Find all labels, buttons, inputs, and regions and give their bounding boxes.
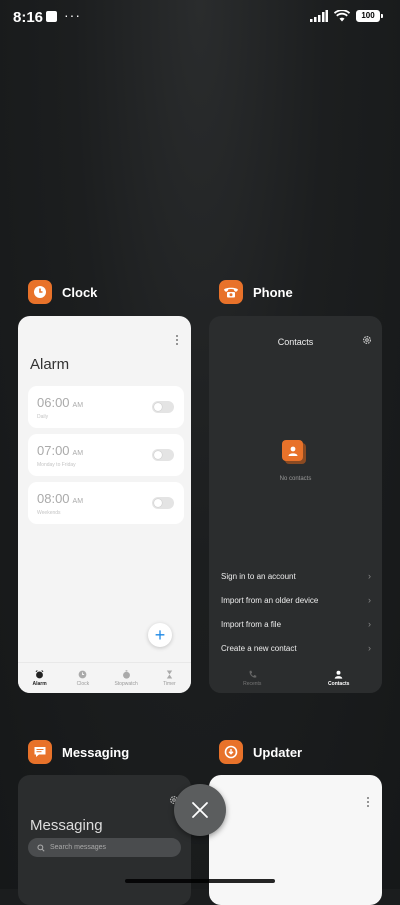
option-label: Import from an older device bbox=[221, 596, 319, 605]
tab-recents: Recents bbox=[209, 663, 296, 693]
wifi-icon bbox=[334, 10, 350, 22]
person-icon bbox=[334, 670, 343, 679]
messaging-app-icon bbox=[28, 740, 52, 764]
alarm-ampm: AM bbox=[72, 402, 84, 409]
contacts-title: Contacts bbox=[277, 337, 314, 347]
close-icon bbox=[192, 802, 208, 818]
alarm-icon bbox=[35, 669, 44, 678]
app-header-clock[interactable]: Clock bbox=[28, 280, 97, 304]
import-device-option: Import from an older device › bbox=[221, 595, 371, 605]
alarm-ampm: AM bbox=[72, 498, 84, 505]
tab-clock: Clock bbox=[61, 663, 104, 693]
signal-icon bbox=[310, 10, 328, 22]
stopwatch-icon bbox=[122, 669, 130, 679]
clock-app-card[interactable]: Alarm 06:00 AM Daily 07:00 AM Monday to Fr… bbox=[18, 316, 191, 693]
app-name-updater: Updater bbox=[253, 744, 303, 760]
more-notifications-icon: ··· bbox=[64, 7, 81, 23]
alarm-item: 07:00 AM Monday to Friday bbox=[28, 434, 184, 476]
search-messages-field: Search messages bbox=[28, 838, 181, 857]
sign-in-option: Sign in to an account › bbox=[221, 571, 371, 581]
add-alarm-button: + bbox=[148, 623, 172, 647]
battery-icon: 100 bbox=[356, 10, 383, 22]
alarm-repeat-label: Monday to Friday bbox=[37, 462, 76, 468]
updater-app-card[interactable] bbox=[209, 775, 382, 905]
option-label: Create a new contact bbox=[221, 644, 297, 653]
phone-app-card[interactable]: Contacts No contacts Sign in to an accou… bbox=[209, 316, 382, 693]
phone-icon bbox=[249, 670, 257, 678]
app-header-phone[interactable]: Phone bbox=[219, 280, 293, 304]
alarm-time: 07:00 bbox=[37, 443, 70, 458]
tab-label: Stopwatch bbox=[114, 680, 138, 687]
phone-app-icon bbox=[219, 280, 243, 304]
clear-all-button[interactable] bbox=[174, 784, 226, 836]
contact-placeholder-icon bbox=[282, 440, 303, 461]
alarm-item: 06:00 AM Daily bbox=[28, 386, 184, 428]
app-name-clock: Clock bbox=[62, 284, 98, 300]
tab-stopwatch: Stopwatch bbox=[105, 663, 148, 693]
clock-icon bbox=[79, 670, 87, 678]
tab-label: Alarm bbox=[32, 680, 47, 687]
settings-icon bbox=[362, 335, 372, 345]
status-time: 8:16 bbox=[13, 9, 44, 26]
updater-app-icon bbox=[219, 740, 243, 764]
clock-tab-bar: Alarm Clock Stopwatch Timer bbox=[18, 662, 191, 693]
alarm-toggle bbox=[152, 401, 174, 413]
empty-state-text: No contacts bbox=[279, 476, 312, 482]
alarm-toggle bbox=[152, 449, 174, 461]
app-name-phone: Phone bbox=[253, 284, 293, 300]
app-header-messaging[interactable]: Messaging bbox=[28, 740, 129, 764]
hourglass-icon bbox=[166, 669, 173, 679]
alarm-title: Alarm bbox=[30, 356, 70, 373]
phone-tab-bar: Recents Contacts bbox=[209, 663, 382, 693]
alarm-repeat-label: Daily bbox=[37, 414, 49, 420]
option-label: Sign in to an account bbox=[221, 572, 296, 581]
messaging-title: Messaging bbox=[30, 817, 103, 834]
tab-alarm: Alarm bbox=[18, 663, 61, 693]
chevron-right-icon: › bbox=[368, 571, 371, 581]
app-name-messaging: Messaging bbox=[62, 744, 130, 760]
status-bar: 8:16 ··· 100 bbox=[0, 0, 400, 36]
tab-label: Timer bbox=[163, 680, 176, 687]
tab-label: Recents bbox=[243, 680, 262, 687]
chevron-right-icon: › bbox=[368, 595, 371, 605]
search-icon bbox=[37, 843, 45, 852]
tab-label: Contacts bbox=[328, 680, 350, 687]
clock-app-icon bbox=[28, 280, 52, 304]
more-options-icon bbox=[176, 335, 178, 345]
more-options-icon bbox=[367, 797, 369, 807]
alarm-time: 08:00 bbox=[37, 491, 70, 506]
create-contact-option: Create a new contact › bbox=[221, 643, 371, 653]
alarm-ampm: AM bbox=[72, 450, 84, 457]
search-placeholder: Search messages bbox=[50, 844, 107, 851]
home-indicator[interactable] bbox=[125, 879, 275, 883]
alarm-repeat-label: Weekends bbox=[37, 510, 61, 516]
alarm-item: 08:00 AM Weekends bbox=[28, 482, 184, 524]
alarm-toggle bbox=[152, 497, 174, 509]
option-label: Import from a file bbox=[221, 620, 282, 629]
tab-contacts: Contacts bbox=[296, 663, 383, 693]
chevron-right-icon: › bbox=[368, 619, 371, 629]
messaging-app-card[interactable]: Messaging Search messages bbox=[18, 775, 191, 905]
tab-label: Clock bbox=[76, 680, 90, 687]
chevron-right-icon: › bbox=[368, 643, 371, 653]
import-file-option: Import from a file › bbox=[221, 619, 371, 629]
app-header-updater[interactable]: Updater bbox=[219, 740, 302, 764]
tab-timer: Timer bbox=[148, 663, 191, 693]
notification-icon bbox=[46, 11, 57, 22]
alarm-time: 06:00 bbox=[37, 395, 70, 410]
